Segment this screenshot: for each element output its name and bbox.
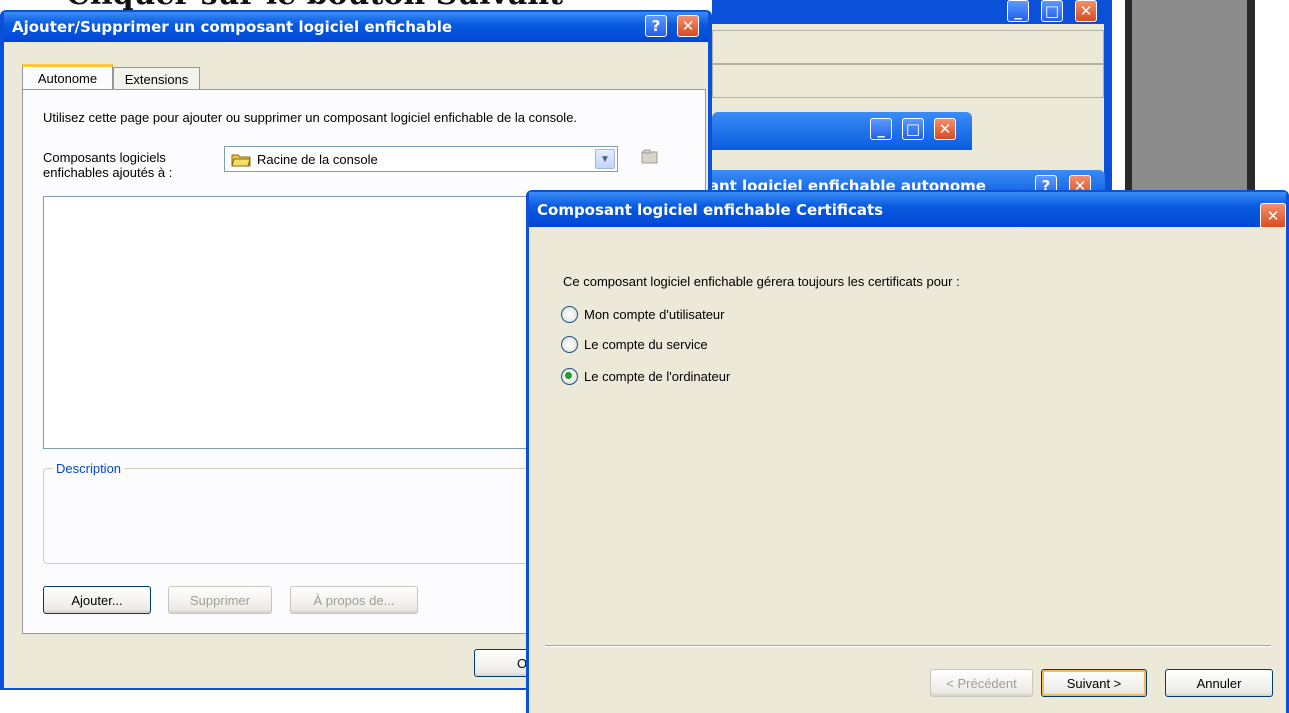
option-service-account[interactable]: Le compte du service <box>561 334 708 354</box>
description-groupbox <box>43 468 533 564</box>
window-title: Ajouter/Supprimer un composant logiciel … <box>4 12 708 42</box>
close-icon[interactable]: ✕ <box>934 118 956 140</box>
background-window-border <box>1104 24 1112 214</box>
folder-icon <box>231 154 251 167</box>
option-user-account[interactable]: Mon compte d'utilisateur <box>561 304 725 324</box>
maximize-icon[interactable]: □ <box>1041 0 1063 22</box>
prompt-text: Ce composant logiciel enfichable gérera … <box>563 274 960 289</box>
certificates-window-body <box>529 227 1286 713</box>
add-button[interactable]: Ajouter... <box>43 586 151 614</box>
option-label: Le compte du service <box>584 336 708 352</box>
close-icon[interactable]: ✕ <box>677 15 699 37</box>
radio-selected-dot <box>565 371 572 379</box>
snapin-target-combo[interactable]: Racine de la console ▼ <box>224 146 618 172</box>
snapin-list[interactable] <box>43 196 533 449</box>
maximize-icon[interactable]: □ <box>902 118 924 140</box>
minimize-icon[interactable]: _ <box>1007 0 1029 22</box>
background-menubar <box>712 30 1104 64</box>
option-label: Le compte de l'ordinateur <box>584 368 731 384</box>
separator <box>545 645 1271 647</box>
background-window-titlebar <box>712 112 972 150</box>
option-label: Mon compte d'utilisateur <box>584 306 725 322</box>
radio-button-selected[interactable] <box>561 367 578 385</box>
close-icon[interactable]: ✕ <box>1260 203 1286 229</box>
help-icon[interactable]: ? <box>645 15 667 37</box>
radio-button[interactable] <box>561 305 578 323</box>
background-toolbar <box>712 64 1104 98</box>
back-button[interactable]: < Précédent <box>930 669 1033 697</box>
certificates-window-title: Composant logiciel enfichable Certificat… <box>529 192 1286 227</box>
intro-text: Utilisez cette page pour ajouter ou supp… <box>43 110 578 125</box>
chevron-down-icon[interactable]: ▼ <box>595 149 615 169</box>
tab-extensions[interactable]: Extensions <box>113 67 200 90</box>
option-computer-account[interactable]: Le compte de l'ordinateur <box>561 366 730 386</box>
up-folder-icon[interactable] <box>640 148 660 166</box>
tab-autonome[interactable]: Autonome <box>22 64 113 90</box>
remove-button[interactable]: Supprimer <box>168 586 272 614</box>
cancel-button[interactable]: Annuler <box>1165 669 1273 697</box>
close-icon[interactable]: ✕ <box>1075 0 1097 22</box>
next-button[interactable]: Suivant > <box>1041 669 1147 697</box>
minimize-icon[interactable]: _ <box>870 118 892 140</box>
description-label: Description <box>53 461 125 476</box>
added-to-label: Composants logiciels enfichables ajoutés… <box>43 150 173 180</box>
radio-button[interactable] <box>561 335 578 353</box>
about-button[interactable]: À propos de... <box>290 586 418 614</box>
combo-value: Racine de la console <box>257 152 378 167</box>
